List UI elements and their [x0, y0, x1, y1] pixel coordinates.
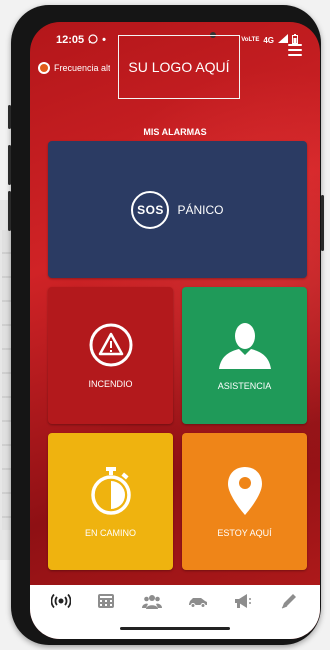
logo-placeholder: SU LOGO AQUÍ [118, 35, 240, 99]
section-title: MIS ALARMAS [143, 127, 207, 137]
warning-triangle-icon [89, 323, 133, 369]
panic-alarm-button[interactable]: SOS PÁNICO [48, 141, 307, 278]
signal-text: 4G [263, 35, 274, 45]
phone-power-button [321, 195, 324, 251]
broadcast-icon[interactable] [49, 589, 73, 613]
panic-label: PÁNICO [177, 202, 224, 217]
brand[interactable]: Frecuencia alta [38, 62, 110, 74]
group-icon[interactable] [140, 589, 164, 613]
phone-side-button [8, 105, 11, 129]
person-icon [217, 321, 273, 371]
brand-name: Frecuencia alta [54, 63, 110, 73]
dot-icon: • [102, 34, 106, 46]
home-indicator[interactable] [30, 617, 320, 639]
im-here-label: ESTOY AQUÍ [217, 527, 272, 538]
location-pin-icon [227, 466, 263, 518]
megaphone-icon[interactable] [231, 589, 255, 613]
hamburger-menu-icon[interactable] [288, 44, 302, 56]
im-here-alarm-button[interactable]: ESTOY AQUÍ [182, 433, 307, 570]
phone-side-button [8, 191, 11, 231]
phone-frame: 12:05 • VoLTE 4G Frecuencia alta SU LOGO… [8, 5, 324, 645]
on-the-way-alarm-button[interactable]: EN CAMINO [48, 433, 173, 570]
sos-icon: SOS [131, 190, 170, 229]
signal-icon [278, 34, 288, 46]
volte-icon: VoLTE [241, 37, 260, 43]
assistance-alarm-button[interactable]: ASISTENCIA [182, 287, 307, 424]
phone-screen: 12:05 • VoLTE 4G Frecuencia alta SU LOGO… [30, 22, 320, 639]
whatsapp-icon [88, 33, 98, 47]
pen-icon[interactable] [277, 589, 301, 613]
bottom-nav [30, 585, 320, 617]
phone-side-button [8, 145, 11, 185]
fire-alarm-button[interactable]: INCENDIO [48, 287, 173, 424]
car-icon[interactable] [186, 589, 210, 613]
stopwatch-icon [88, 466, 134, 518]
assistance-label: ASISTENCIA [217, 380, 272, 391]
brand-logo-icon [38, 62, 50, 74]
status-time: 12:05 [56, 34, 85, 46]
calculator-icon[interactable] [94, 589, 118, 613]
on-the-way-label: EN CAMINO [84, 527, 136, 538]
fire-label: INCENDIO [88, 378, 133, 389]
